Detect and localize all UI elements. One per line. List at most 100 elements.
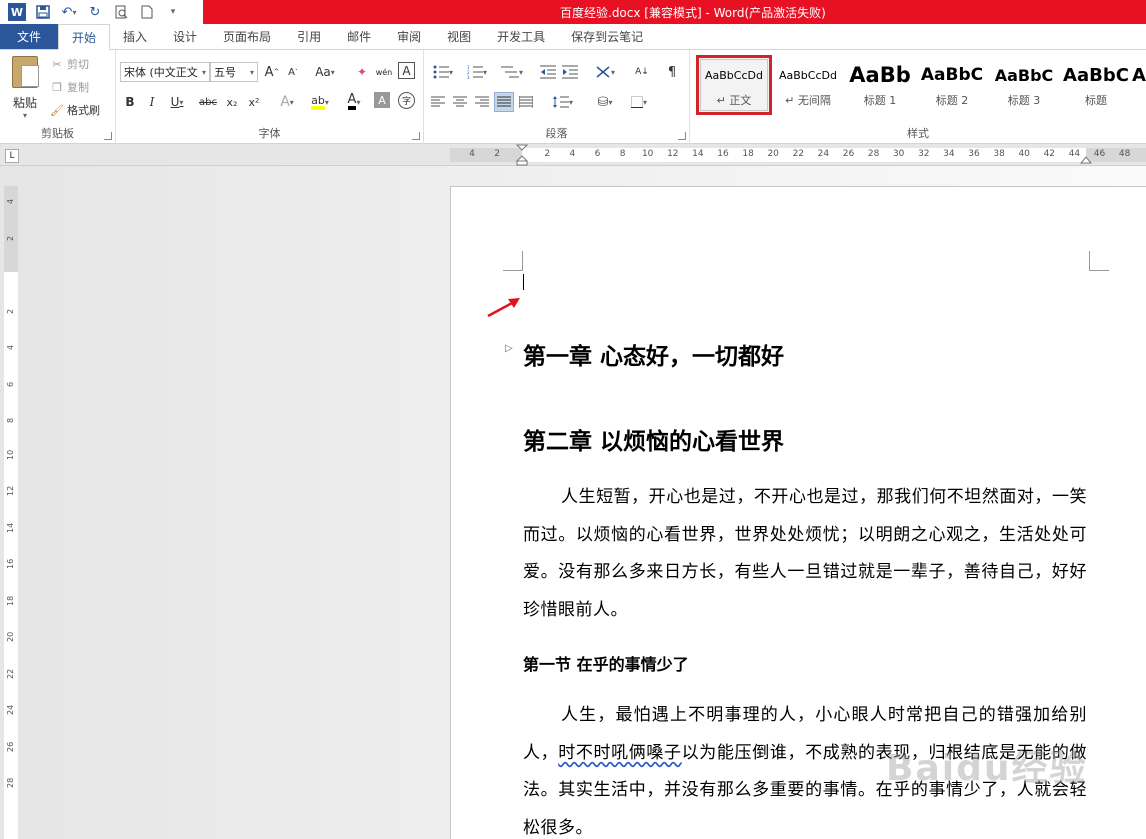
tab-references[interactable]: 引用 [284, 24, 334, 49]
tab-design[interactable]: 设计 [160, 24, 210, 49]
paragraph-launcher-icon[interactable] [678, 132, 686, 140]
shrink-font-button[interactable]: Aˇ [283, 62, 303, 82]
grow-font-button[interactable]: A ^ [262, 62, 282, 82]
save-icon[interactable] [32, 2, 54, 22]
tab-home[interactable]: 开始 [58, 24, 111, 50]
line-spacing-button[interactable]: ▾ [548, 92, 578, 112]
heading-chapter-2[interactable]: 第二章 以烦恼的心看世界 [523, 422, 784, 456]
phonetic-guide-button[interactable]: wén [374, 62, 394, 82]
indent-marker-icon[interactable] [516, 144, 528, 166]
paste-dropdown-icon[interactable]: ▾ [23, 111, 27, 120]
tab-insert[interactable]: 插入 [110, 24, 160, 49]
change-case-button[interactable]: Aa ▾ [310, 62, 340, 82]
style-no-spacing-sample: AaBbCcDd [779, 68, 837, 82]
shading-button[interactable]: ⛁ ▾ [590, 92, 620, 112]
enclose-characters-icon: 字 [401, 97, 411, 107]
clear-formatting-button[interactable]: ✦ [352, 62, 372, 82]
align-left-button[interactable] [428, 92, 448, 112]
styles-group: AaBbCcDd ↵ 正文 AaBbCcDd ↵ 无间隔 AaBb 标题 1 A… [690, 50, 1146, 144]
new-doc-icon[interactable] [136, 2, 158, 22]
print-preview-glyph [115, 5, 128, 19]
customize-icon[interactable]: ▾ [162, 2, 184, 22]
text-effects-button[interactable]: A ▾ [274, 92, 300, 112]
tab-save-cloud-note[interactable]: 保存到云笔记 [558, 24, 656, 49]
horizontal-ruler[interactable]: 4 2 2 4 6 8 10 12 14 16 18 20 22 24 26 28 30 32 34 36 38 40 42… [450, 144, 1146, 166]
font-size-select[interactable]: 五号 ▾ [210, 62, 258, 82]
right-indent-marker-icon[interactable] [1080, 154, 1092, 164]
crop-mark-top-right [1089, 251, 1109, 271]
chevron-down-icon: ▾ [356, 97, 361, 107]
borders-button[interactable]: ▾ [624, 92, 654, 112]
copy-button[interactable]: ❐ 复制 [50, 79, 89, 95]
font-launcher-icon[interactable] [412, 132, 420, 140]
cut-button[interactable]: ✂ 剪切 [50, 56, 89, 72]
style-title[interactable]: AaBbC 标题 [1060, 58, 1132, 112]
vertical-ruler[interactable]: 4 2 2 4 6 8 10 12 14 16 18 20 22 24 26 28 [4, 186, 18, 839]
increase-indent-button[interactable] [560, 62, 580, 82]
chevron-down-icon: ▾ [610, 67, 615, 77]
heading-chapter-1[interactable]: ▷ 第一章 心态好，一切都好 [505, 337, 784, 371]
underline-button[interactable]: U ▾ [164, 92, 190, 112]
style-heading-1[interactable]: AaBb 标题 1 [844, 58, 916, 112]
highlight-button[interactable]: ab ▾ [306, 92, 334, 112]
heading-section-1[interactable]: 第一节 在乎的事情少了 [523, 651, 689, 675]
font-color-icon: A [347, 93, 357, 110]
distributed-button[interactable] [516, 92, 536, 112]
ruler-tick-label: 4 [569, 149, 576, 159]
document-page[interactable]: ▷ 第一章 心态好，一切都好 第二章 以烦恼的心看世界 人生短暂，开心也是过，不… [450, 186, 1146, 839]
format-painter-button[interactable]: 🖌 格式刷 [50, 102, 100, 118]
style-more-sample: A [1132, 64, 1146, 86]
align-center-button[interactable] [450, 92, 470, 112]
chevron-down-icon: ▾ [642, 97, 647, 107]
italic-button[interactable]: I [142, 92, 162, 112]
style-more[interactable]: A [1132, 58, 1146, 112]
character-shading-button[interactable]: A [374, 92, 390, 108]
style-heading-2[interactable]: AaBbC 标题 2 [916, 58, 988, 112]
style-heading-3[interactable]: AaBbC 标题 3 [988, 58, 1060, 112]
enclose-characters-button[interactable]: 字 [398, 92, 415, 109]
redo-icon[interactable]: ↻ [84, 2, 106, 22]
tab-developer[interactable]: 开发工具 [484, 24, 558, 49]
strikethrough-button[interactable]: abc [196, 92, 220, 112]
sort-button[interactable]: A↓ [632, 62, 652, 82]
bold-button[interactable]: B [120, 92, 140, 112]
ruler-tick-label: 46 [1093, 149, 1106, 159]
numbering-button[interactable]: 1 2 3 ▾ [462, 62, 492, 82]
text-effects-icon: A [280, 94, 290, 110]
multilevel-list-button[interactable]: ▾ [496, 62, 528, 82]
style-no-spacing[interactable]: AaBbCcDd ↵ 无间隔 [772, 58, 844, 112]
undo-icon[interactable]: ↶ ▾ [58, 2, 80, 22]
vruler-tick-label: 18 [6, 595, 15, 606]
justify-button[interactable] [494, 92, 514, 112]
print-preview-icon[interactable] [110, 2, 132, 22]
clipboard-launcher-icon[interactable] [104, 132, 112, 140]
subscript-button[interactable]: x₂ [222, 92, 242, 112]
show-marks-button[interactable]: ¶ [662, 62, 682, 82]
vruler-tick-label: 8 [6, 417, 15, 423]
superscript-button[interactable]: x² [244, 92, 264, 112]
align-right-button[interactable] [472, 92, 492, 112]
tab-mailings[interactable]: 邮件 [334, 24, 384, 49]
paste-button[interactable]: 粘贴 ▾ [6, 56, 44, 120]
phonetic-icon: wén [375, 67, 393, 77]
tab-selector-button[interactable]: L [5, 149, 19, 163]
paragraph-1[interactable]: 人生短暂，开心也是过，不开心也是过，那我们何不坦然面对，一笑而过。以烦恼的心看世… [523, 479, 1087, 629]
style-normal[interactable]: AaBbCcDd ↵ 正文 [696, 55, 772, 115]
format-painter-icon: 🖌 [50, 103, 64, 117]
chinese-layout-button[interactable]: ▾ [590, 62, 620, 82]
font-color-button[interactable]: A ▾ [340, 92, 368, 112]
collapse-triangle-icon[interactable]: ▷ [505, 343, 513, 354]
grammar-flagged-phrase[interactable]: 时不时吼俩嗓子 [558, 743, 681, 763]
character-border-button[interactable]: A [398, 62, 415, 79]
bullets-button[interactable]: ▾ [428, 62, 458, 82]
undo-dropdown-icon[interactable]: ▾ [72, 8, 76, 17]
cut-label: 剪切 [67, 58, 89, 71]
font-name-select[interactable]: 宋体 (中文正文 ▾ [120, 62, 210, 82]
tab-review[interactable]: 审阅 [384, 24, 434, 49]
vruler-tick-label: 2 [6, 308, 15, 314]
decrease-indent-button[interactable] [538, 62, 558, 82]
ruler-tick-label: 26 [842, 149, 855, 159]
tab-layout[interactable]: 页面布局 [210, 24, 284, 49]
tab-view[interactable]: 视图 [434, 24, 484, 49]
tab-file[interactable]: 文件 [0, 24, 58, 49]
